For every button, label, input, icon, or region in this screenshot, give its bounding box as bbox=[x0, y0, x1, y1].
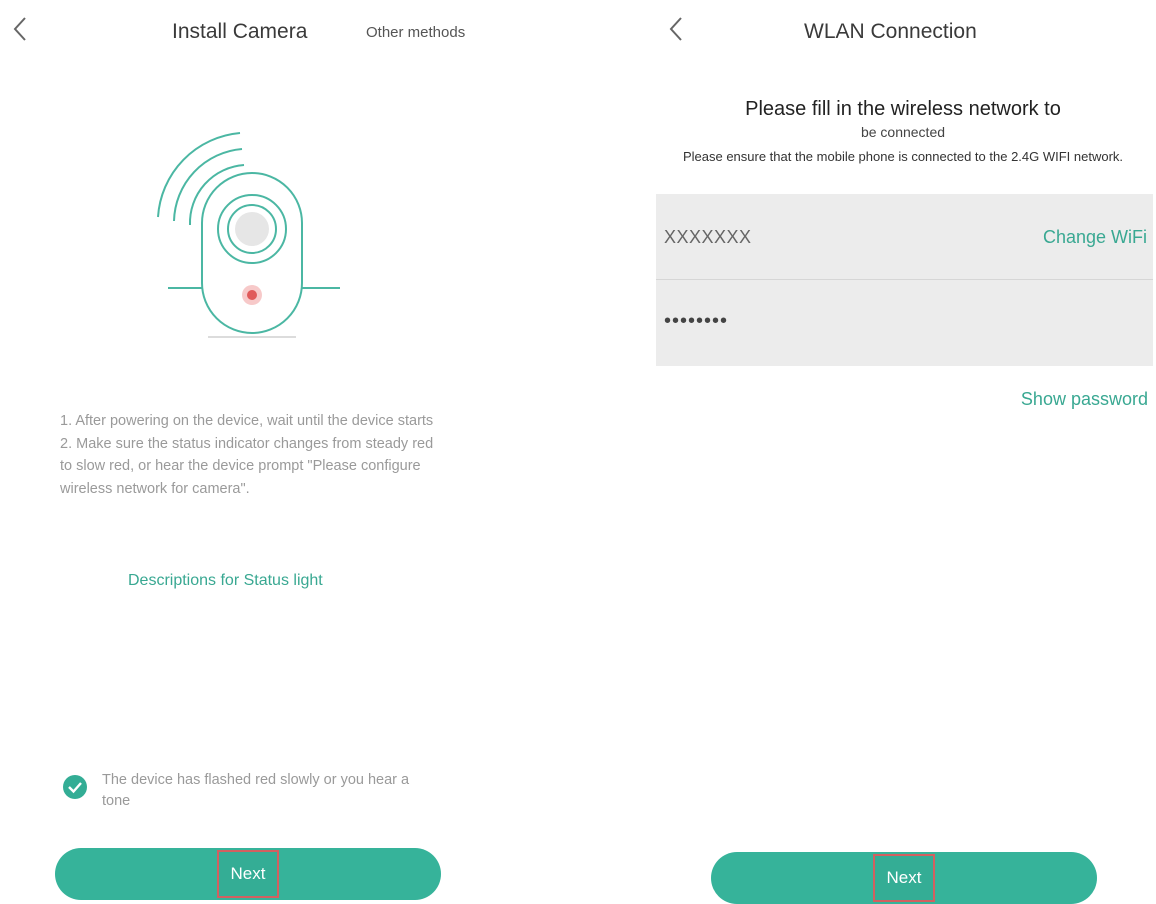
check-circle-icon[interactable] bbox=[63, 775, 87, 799]
change-wifi-link[interactable]: Change WiFi bbox=[1043, 227, 1147, 248]
status-light-link[interactable]: Descriptions for Status light bbox=[128, 572, 323, 590]
next-button-label: Next bbox=[872, 854, 936, 902]
install-camera-screen: Install Camera Other methods 1. After po… bbox=[0, 0, 560, 900]
form-heading: Please fill in the wireless network to bbox=[745, 98, 1061, 120]
instructions: 1. After powering on the device, wait un… bbox=[60, 410, 440, 500]
next-button[interactable]: Next bbox=[711, 852, 1097, 904]
password-value: •••••••• bbox=[664, 310, 729, 332]
next-button-label: Next bbox=[216, 850, 280, 898]
form-subheading: be connected bbox=[860, 124, 946, 140]
next-button[interactable]: Next bbox=[55, 848, 441, 900]
checkbox-label: The device has flashed red slowly or you… bbox=[102, 772, 410, 809]
wifi-form: XXXXXXX Change WiFi •••••••• bbox=[656, 194, 1153, 366]
wlan-connection-screen: WLAN Connection Please fill in the wirel… bbox=[650, 0, 1156, 904]
back-chevron-icon[interactable] bbox=[10, 14, 32, 44]
instruction-step-1: 1. After powering on the device, wait un… bbox=[60, 413, 434, 429]
ssid-field[interactable]: XXXXXXX Change WiFi bbox=[656, 194, 1153, 280]
ssid-value: XXXXXXX bbox=[664, 227, 752, 247]
show-password-link[interactable]: Show password bbox=[1021, 389, 1148, 410]
other-methods-link[interactable]: Other methods bbox=[366, 24, 465, 41]
page-title: WLAN Connection bbox=[804, 20, 977, 43]
wifi-note: Please ensure that the mobile phone is c… bbox=[682, 149, 1124, 164]
instruction-step-2: 2. Make sure the status indicator change… bbox=[60, 435, 434, 497]
page-title: Install Camera bbox=[172, 20, 308, 43]
camera-illustration bbox=[150, 125, 350, 345]
back-chevron-icon[interactable] bbox=[666, 14, 688, 44]
password-field[interactable]: •••••••• bbox=[656, 280, 1153, 365]
